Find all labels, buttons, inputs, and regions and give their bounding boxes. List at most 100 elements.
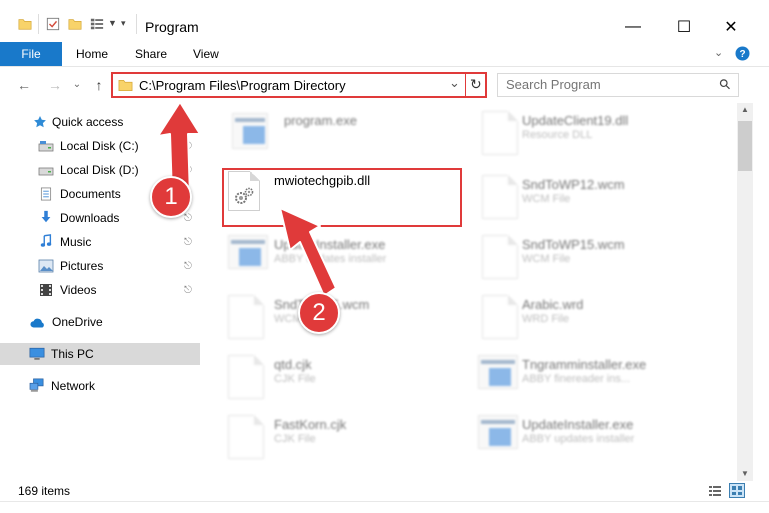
cloud-icon	[30, 318, 44, 328]
cjk-file-icon	[228, 415, 264, 459]
folder-icon	[18, 19, 32, 30]
file-name: program.exe	[284, 113, 357, 128]
sidebar-item-label: Documents	[60, 187, 121, 201]
back-button[interactable]: ←	[13, 75, 35, 95]
folder-icon	[118, 79, 133, 91]
annotation-arrow-2	[279, 207, 337, 297]
file-name: qtd.cjk	[274, 357, 312, 372]
close-button[interactable]: ✕	[708, 14, 754, 40]
sidebar-item-onedrive[interactable]: OneDrive	[0, 311, 200, 333]
large-icons-view-icon[interactable]	[729, 483, 745, 498]
file-type: ABBY finereader ins...	[522, 373, 631, 385]
file-item[interactable]: UpdateInstaller.exe ABBY updates install…	[478, 413, 718, 469]
pictures-icon	[38, 259, 54, 273]
monitor-icon	[29, 347, 45, 360]
up-arrow-icon: ↑	[95, 77, 103, 93]
back-arrow-icon: ←	[17, 77, 31, 93]
tab-share[interactable]: Share	[123, 42, 179, 66]
vertical-scrollbar[interactable]: ▲ ▼	[737, 103, 753, 481]
sidebar-item-label: Downloads	[60, 211, 120, 225]
customize-toolbar-icon[interactable]: ▾	[121, 18, 126, 29]
dll-file-icon	[482, 111, 518, 155]
file-item[interactable]: qtd.cjk CJK File	[228, 353, 468, 409]
sidebar-item-this-pc[interactable]: This PC	[0, 343, 200, 365]
target-file-highlight	[222, 168, 462, 227]
minimize-button[interactable]: —	[610, 14, 656, 40]
forward-arrow-icon: →	[48, 77, 62, 93]
recent-locations-button[interactable]: ⌄	[66, 75, 88, 95]
maximize-icon: ☐	[676, 19, 692, 36]
new-folder-icon[interactable]	[68, 17, 82, 31]
sidebar-item-label: Network	[51, 379, 96, 393]
file-type: WRD File	[522, 313, 570, 325]
address-path[interactable]: C:\Program Files\Program Directory	[139, 78, 346, 93]
file-item[interactable]: SndToWP15.wcm WCM File	[478, 233, 718, 289]
sidebar-item-music[interactable]: Music ⎋	[0, 231, 200, 253]
ribbon-tabs: File Home Share View ⌄ ?	[0, 42, 769, 67]
refresh-icon[interactable]: ↻	[470, 76, 482, 93]
file-type: WCM File	[522, 193, 571, 205]
title-bar: ▼ ▾ Program — ☐ ✕	[0, 0, 769, 42]
file-item[interactable]: UpdateClient19.dll Resource DLL	[478, 109, 718, 165]
music-icon	[40, 234, 52, 247]
videos-icon	[40, 284, 52, 296]
address-dropdown-icon[interactable]: ⌄	[449, 75, 460, 91]
pin-icon[interactable]: ⎋	[184, 237, 192, 248]
window-title: Program	[145, 19, 199, 35]
scroll-thumb[interactable]	[738, 121, 752, 171]
file-item[interactable]: Arabic.wrd WRD File	[478, 293, 718, 349]
status-bar: 169 items	[0, 481, 769, 501]
file-name: Arabic.wrd	[522, 297, 584, 312]
properties-icon[interactable]	[46, 17, 60, 31]
star-icon	[34, 116, 46, 128]
help-icon[interactable]: ?	[735, 46, 750, 61]
forward-button[interactable]: →	[44, 75, 66, 95]
sidebar-item-label: Local Disk (D:)	[60, 163, 139, 177]
view-options-icon[interactable]	[90, 17, 104, 31]
wrd-file-icon	[482, 295, 518, 339]
exe-file-icon	[232, 113, 268, 149]
search-input[interactable]	[506, 77, 706, 92]
pin-icon[interactable]: ⎋	[184, 213, 192, 224]
scroll-down-icon[interactable]: ▼	[737, 467, 753, 481]
drive-icon	[38, 141, 54, 152]
tab-file[interactable]: File	[0, 42, 62, 66]
sidebar-item-pictures[interactable]: Pictures ⎋	[0, 255, 200, 277]
sidebar-item-label: Music	[60, 235, 92, 249]
file-name: SndToWP12.wcm	[522, 177, 625, 192]
address-row: ← → ⌄ ↑ C:\Program Files\Program Directo…	[0, 67, 769, 103]
sidebar-item-network[interactable]: Network	[0, 375, 200, 397]
address-bar[interactable]: C:\Program Files\Program Directory ⌄ ↻	[111, 72, 487, 98]
wcm-file-icon	[228, 295, 264, 339]
file-name: SndToWP15.wcm	[522, 237, 625, 252]
file-item[interactable]: FastKorn.cjk CJK File	[228, 413, 468, 469]
file-name: UpdateInstaller.exe	[522, 417, 634, 432]
maximize-button[interactable]: ☐	[661, 14, 707, 40]
file-item[interactable]: Tngramminstaller.exe ABBY finereader ins…	[478, 353, 718, 409]
pin-icon[interactable]: ⎋	[184, 261, 192, 272]
expand-ribbon-icon[interactable]: ⌄	[714, 46, 723, 59]
drive-icon	[38, 167, 54, 176]
file-item[interactable]: SndToWP12.wcm WCM File	[478, 173, 718, 229]
search-box[interactable]: ⚲	[497, 73, 739, 97]
step-badge-2: 2	[298, 292, 340, 334]
file-name: FastKorn.cjk	[274, 417, 347, 432]
item-count: 169 items	[18, 484, 71, 498]
search-icon[interactable]: ⚲	[715, 75, 734, 94]
sidebar-item-label: OneDrive	[52, 315, 103, 329]
file-type: Resource DLL	[522, 129, 593, 141]
pin-icon[interactable]: ⎋	[184, 285, 192, 296]
scroll-up-icon[interactable]: ▲	[737, 103, 753, 117]
download-icon	[41, 210, 51, 223]
minimize-icon: —	[625, 18, 641, 35]
file-type: CJK File	[274, 433, 316, 445]
quick-access-dropdown-icon[interactable]: ▼	[108, 18, 117, 28]
sidebar-item-label: This PC	[51, 347, 94, 361]
tab-view[interactable]: View	[181, 42, 231, 66]
close-icon: ✕	[724, 19, 738, 36]
details-view-icon[interactable]	[708, 485, 722, 497]
up-button[interactable]: ↑	[88, 75, 110, 95]
tab-home[interactable]: Home	[64, 42, 120, 66]
file-item[interactable]: program.exe	[224, 109, 464, 165]
sidebar-item-videos[interactable]: Videos ⎋	[0, 279, 200, 301]
